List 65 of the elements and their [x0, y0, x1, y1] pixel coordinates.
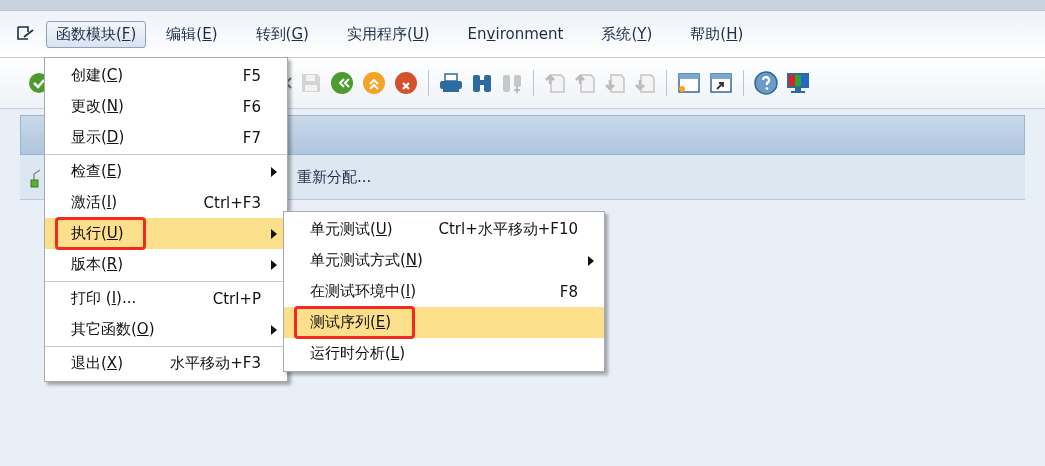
menu-item-label: 其它函数(O) [71, 320, 155, 339]
menu-item[interactable]: 在测试环境中(I) F8 [284, 276, 604, 307]
menu-bar-item[interactable]: 函数模块(F) [46, 20, 147, 48]
shortcut-label: Ctrl+水平移动+F10 [438, 220, 578, 239]
binoculars-icon[interactable] [471, 72, 493, 94]
menu-item[interactable]: 检查(E) [45, 156, 287, 187]
cancel-icon[interactable] [394, 71, 418, 95]
menu-item-label: 执行(U) [71, 224, 124, 243]
menu-item[interactable]: 其它函数(O) [45, 314, 287, 345]
menu-item-label: 退出(X) [71, 354, 123, 373]
shortcut-label: F6 [242, 97, 261, 116]
monitor-icon[interactable] [786, 72, 810, 94]
menu-item-label: 显示(D) [71, 128, 125, 147]
submenu-arrow-icon [271, 228, 277, 239]
menu-item-label: 检查(E) [71, 162, 123, 181]
menu-item-label: 在测试环境中(I) [310, 282, 417, 301]
binoculars-plus-icon[interactable] [501, 72, 523, 94]
menu-item[interactable]: 更改(N) F6 [45, 91, 287, 122]
menu-bar-item[interactable]: Environment [457, 21, 574, 47]
menu-bar-item[interactable]: 转到(G) [245, 20, 319, 48]
page-arrow-icon[interactable] [634, 72, 656, 94]
submenu-arrow-icon [271, 259, 277, 270]
reassign-button[interactable]: 重新分配... [297, 167, 372, 187]
new-window-icon[interactable] [677, 72, 701, 94]
help-icon[interactable] [754, 71, 778, 95]
menu-item-label: 版本(R) [71, 255, 124, 274]
page-arrow-icon[interactable] [544, 72, 566, 94]
menu-item[interactable]: 激活(I) Ctrl+F3 [45, 187, 287, 218]
printer-icon[interactable] [439, 72, 463, 94]
menu-item-label: 运行时分析(L) [310, 344, 406, 363]
menu-item[interactable]: 显示(D) F7 [45, 122, 287, 153]
menu-bar-item[interactable]: 帮助(H) [680, 20, 754, 48]
submenu-arrow-icon [271, 324, 277, 335]
menu-item-label: 更改(N) [71, 97, 124, 116]
shortcut-label: Ctrl+F3 [203, 193, 261, 212]
menu-item-label: 单元测试(U) [310, 220, 393, 239]
back-icon[interactable] [330, 71, 354, 95]
submenu-arrow-icon [588, 255, 594, 266]
menu-item-label: 打印 (I)... [71, 289, 137, 308]
page-arrow-icon[interactable] [604, 72, 626, 94]
menu-icon[interactable] [16, 25, 36, 43]
menu-item[interactable]: 测试序列(E) [284, 307, 604, 338]
menu-bar-item[interactable]: 实用程序(U) [336, 20, 440, 48]
menu-item[interactable]: 打印 (I)... Ctrl+P [45, 283, 287, 314]
shortcut-label: 水平移动+F3 [170, 354, 261, 373]
shortcut-label: F8 [559, 282, 578, 301]
menu-item[interactable]: 运行时分析(L) [284, 338, 604, 369]
submenu-arrow-icon [271, 166, 277, 177]
page-arrow-icon[interactable] [574, 72, 596, 94]
menu-item-label: 测试序列(E) [310, 313, 392, 332]
menu-bar-item[interactable]: 系统(Y) [591, 20, 663, 48]
menu-item[interactable]: 单元测试(U) Ctrl+水平移动+F10 [284, 214, 604, 245]
menu-bar-item[interactable]: 编辑(E) [156, 20, 228, 48]
menu-item-label: 单元测试方式(N) [310, 251, 423, 270]
shortcut-label: F7 [242, 128, 261, 147]
shortcut-label: Ctrl+P [212, 289, 261, 308]
shortcut-label: F5 [242, 66, 261, 85]
menu-item[interactable]: 版本(R) [45, 249, 287, 280]
exit-icon[interactable] [362, 71, 386, 95]
shortcut-window-icon[interactable] [709, 72, 733, 94]
menu-item[interactable]: 单元测试方式(N) [284, 245, 604, 276]
menu-item-label: 激活(I) [71, 193, 118, 212]
menu-item[interactable]: 退出(X) 水平移动+F3 [45, 348, 287, 379]
menu-item[interactable]: 创建(C) F5 [45, 60, 287, 91]
menu-item-label: 创建(C) [71, 66, 124, 85]
